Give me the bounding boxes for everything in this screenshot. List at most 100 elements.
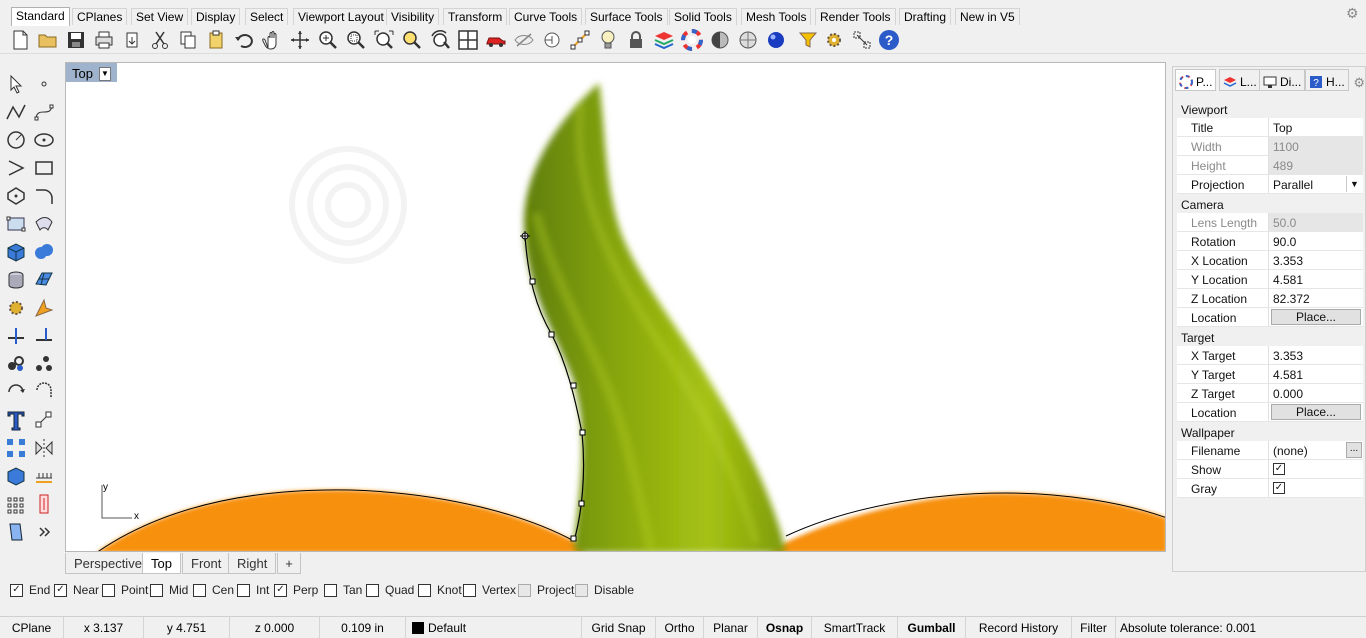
explode-icon[interactable]	[32, 296, 56, 320]
ungroup-icon[interactable]	[32, 352, 56, 376]
color-wheel-icon[interactable]	[680, 28, 704, 52]
text-icon[interactable]	[4, 408, 28, 432]
osnap-int[interactable]: Int	[237, 583, 269, 597]
osnap-perp[interactable]: ✓ Perp	[274, 583, 318, 597]
record-history-toggle[interactable]: Record History	[966, 617, 1072, 638]
cube-select-icon[interactable]	[4, 464, 28, 488]
x-target-field[interactable]: 3.353	[1269, 346, 1363, 364]
import-icon[interactable]	[120, 28, 144, 52]
four-viewports-icon[interactable]	[456, 28, 480, 52]
mesh-cylinder-icon[interactable]	[4, 268, 28, 292]
control-point[interactable]	[579, 429, 586, 436]
chevron-down-icon[interactable]: ▼	[1346, 176, 1362, 192]
prop-gray[interactable]: Gray ✓	[1177, 479, 1363, 498]
osnap-end[interactable]: ✓ End	[10, 583, 50, 597]
trim-icon[interactable]	[4, 324, 28, 348]
osnap-quad[interactable]: Quad	[366, 583, 414, 597]
point-icon[interactable]	[32, 72, 56, 96]
osnap-checkbox[interactable]	[324, 583, 337, 597]
browse-button[interactable]: ...	[1346, 442, 1362, 458]
grid-snap-icon[interactable]	[850, 28, 874, 52]
zoom-selected-icon[interactable]	[400, 28, 424, 52]
tab-transform[interactable]: Transform	[443, 8, 508, 25]
osnap-checkbox[interactable]: ✓	[10, 583, 23, 597]
camera-place-button[interactable]: Place...	[1271, 309, 1361, 325]
open-folder-icon[interactable]	[36, 28, 60, 52]
new-document-icon[interactable]	[8, 28, 32, 52]
pan-hand-icon[interactable]	[260, 28, 284, 52]
print-icon[interactable]	[92, 28, 116, 52]
rectangle-icon[interactable]	[32, 156, 56, 180]
ellipse-icon[interactable]	[32, 128, 56, 152]
tab-front[interactable]: Front	[182, 553, 231, 574]
filename-field[interactable]: (none)...	[1269, 441, 1363, 459]
show-checkbox[interactable]: ✓	[1273, 463, 1285, 475]
tab-curve-tools[interactable]: Curve Tools	[509, 8, 583, 25]
tab-perspective[interactable]: Perspective	[65, 553, 151, 574]
polygon-icon[interactable]	[4, 184, 28, 208]
osnap-checkbox[interactable]	[237, 583, 250, 597]
tab-select[interactable]: Select	[245, 8, 289, 25]
zoom-extents-icon[interactable]	[372, 28, 396, 52]
light-bulb-icon[interactable]	[596, 28, 620, 52]
osnap-checkbox[interactable]	[193, 583, 206, 597]
car-icon[interactable]	[484, 28, 508, 52]
prop-x-location[interactable]: X Location 3.353	[1177, 251, 1363, 270]
lock-icon[interactable]	[624, 28, 648, 52]
gray-checkbox[interactable]: ✓	[1273, 482, 1285, 494]
osnap-knot[interactable]: Knot	[418, 583, 462, 597]
blue-sphere-icon[interactable]	[764, 28, 788, 52]
prop-title[interactable]: Title Top	[1177, 118, 1363, 137]
viewport-top[interactable]: y x Top ▼	[65, 62, 1166, 552]
box-icon[interactable]	[4, 240, 28, 264]
osnap-checkbox[interactable]: ✓	[274, 583, 287, 597]
tab-set-view[interactable]: Set View	[131, 8, 189, 25]
prop-y-target[interactable]: Y Target 4.581	[1177, 365, 1363, 384]
hide-icon[interactable]	[512, 28, 536, 52]
zoom-window-icon[interactable]	[344, 28, 368, 52]
help-icon[interactable]: ?	[877, 28, 901, 52]
x-location-field[interactable]: 3.353	[1269, 251, 1363, 269]
prop-filename[interactable]: Filename (none)...	[1177, 441, 1363, 460]
surface-from-points-icon[interactable]	[4, 212, 28, 236]
tab-viewport-layout[interactable]: Viewport Layout	[293, 8, 389, 25]
tab-solid-tools[interactable]: Solid Tools	[669, 8, 737, 25]
more-tools-icon[interactable]	[32, 520, 56, 544]
extrude-surface-icon[interactable]	[32, 212, 56, 236]
layer-indicator[interactable]: Default	[406, 617, 582, 638]
prop-z-target[interactable]: Z Target 0.000	[1177, 384, 1363, 403]
osnap-checkbox[interactable]	[102, 583, 115, 597]
planar-toggle[interactable]: Planar	[704, 617, 758, 638]
dimension-icon[interactable]	[32, 408, 56, 432]
panel-gear-icon[interactable]: ⚙	[1353, 75, 1365, 91]
tab-visibility[interactable]: Visibility	[386, 8, 440, 25]
group-icon[interactable]	[4, 352, 28, 376]
mirror-icon[interactable]	[32, 436, 56, 460]
cut-icon[interactable]	[148, 28, 172, 52]
osnap-near[interactable]: ✓ Near	[54, 583, 99, 597]
settings-gears-icon[interactable]	[822, 28, 846, 52]
paste-icon[interactable]	[204, 28, 228, 52]
osnap-checkbox[interactable]	[463, 583, 476, 597]
undo-view-icon[interactable]	[428, 28, 452, 52]
tab-display[interactable]: Di...	[1259, 69, 1306, 91]
gumball-toggle[interactable]: Gumball	[898, 617, 966, 638]
tab-new-in-v5[interactable]: New in V5	[955, 8, 1020, 25]
tab-mesh-tools[interactable]: Mesh Tools	[741, 8, 812, 25]
layers-icon[interactable]	[652, 28, 676, 52]
cplane-indicator[interactable]: CPlane	[0, 617, 64, 638]
osnap-toggle[interactable]: Osnap	[758, 617, 812, 638]
smarttrack-toggle[interactable]: SmartTrack	[812, 617, 898, 638]
rotation-field[interactable]: 90.0	[1269, 232, 1363, 250]
prop-z-location[interactable]: Z Location 82.372	[1177, 289, 1363, 308]
tab-drafting[interactable]: Drafting	[899, 8, 952, 25]
cylinder-tool-icon[interactable]	[4, 520, 28, 544]
boolean-union-icon[interactable]	[32, 240, 56, 264]
points-on-icon[interactable]	[568, 28, 592, 52]
prop-y-location[interactable]: Y Location 4.581	[1177, 270, 1363, 289]
osnap-checkbox[interactable]	[418, 583, 431, 597]
target-place-button[interactable]: Place...	[1271, 404, 1361, 420]
array-icon[interactable]	[4, 436, 28, 460]
grid-snap-toggle[interactable]: Grid Snap	[582, 617, 656, 638]
render-sphere-icon[interactable]	[708, 28, 732, 52]
